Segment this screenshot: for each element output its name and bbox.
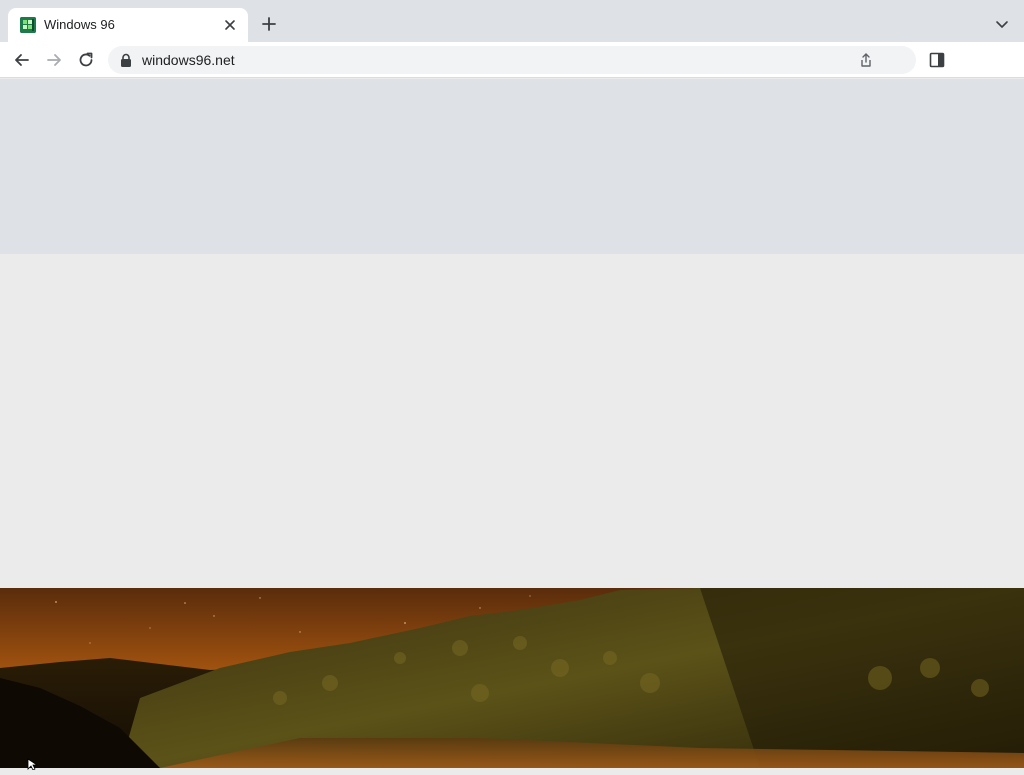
address-bar[interactable]: windows96.net: [108, 46, 916, 74]
page-loading-area: [0, 79, 1024, 254]
side-panel-icon[interactable]: [929, 52, 945, 68]
arrow-right-icon[interactable]: [44, 50, 64, 70]
plus-icon[interactable]: [259, 14, 279, 34]
tab-strip: Windows 96: [0, 0, 1024, 42]
tab-title: Windows 96: [44, 17, 115, 32]
url-text[interactable]: windows96.net: [142, 52, 235, 68]
share-icon[interactable]: [858, 52, 874, 68]
arrow-left-icon[interactable]: [12, 50, 32, 70]
reload-icon[interactable]: [76, 50, 96, 70]
windows96-logo-icon: [20, 17, 36, 33]
desktop-wallpaper: [0, 588, 1024, 768]
page-blank-area: [0, 254, 1024, 588]
lock-icon[interactable]: [120, 53, 132, 67]
close-icon[interactable]: [222, 17, 238, 33]
browser-toolbar: windows96.net: [0, 42, 1024, 78]
chevron-down-icon[interactable]: [992, 14, 1012, 34]
browser-tab[interactable]: Windows 96: [8, 8, 248, 42]
mouse-pointer-icon: [27, 757, 39, 771]
